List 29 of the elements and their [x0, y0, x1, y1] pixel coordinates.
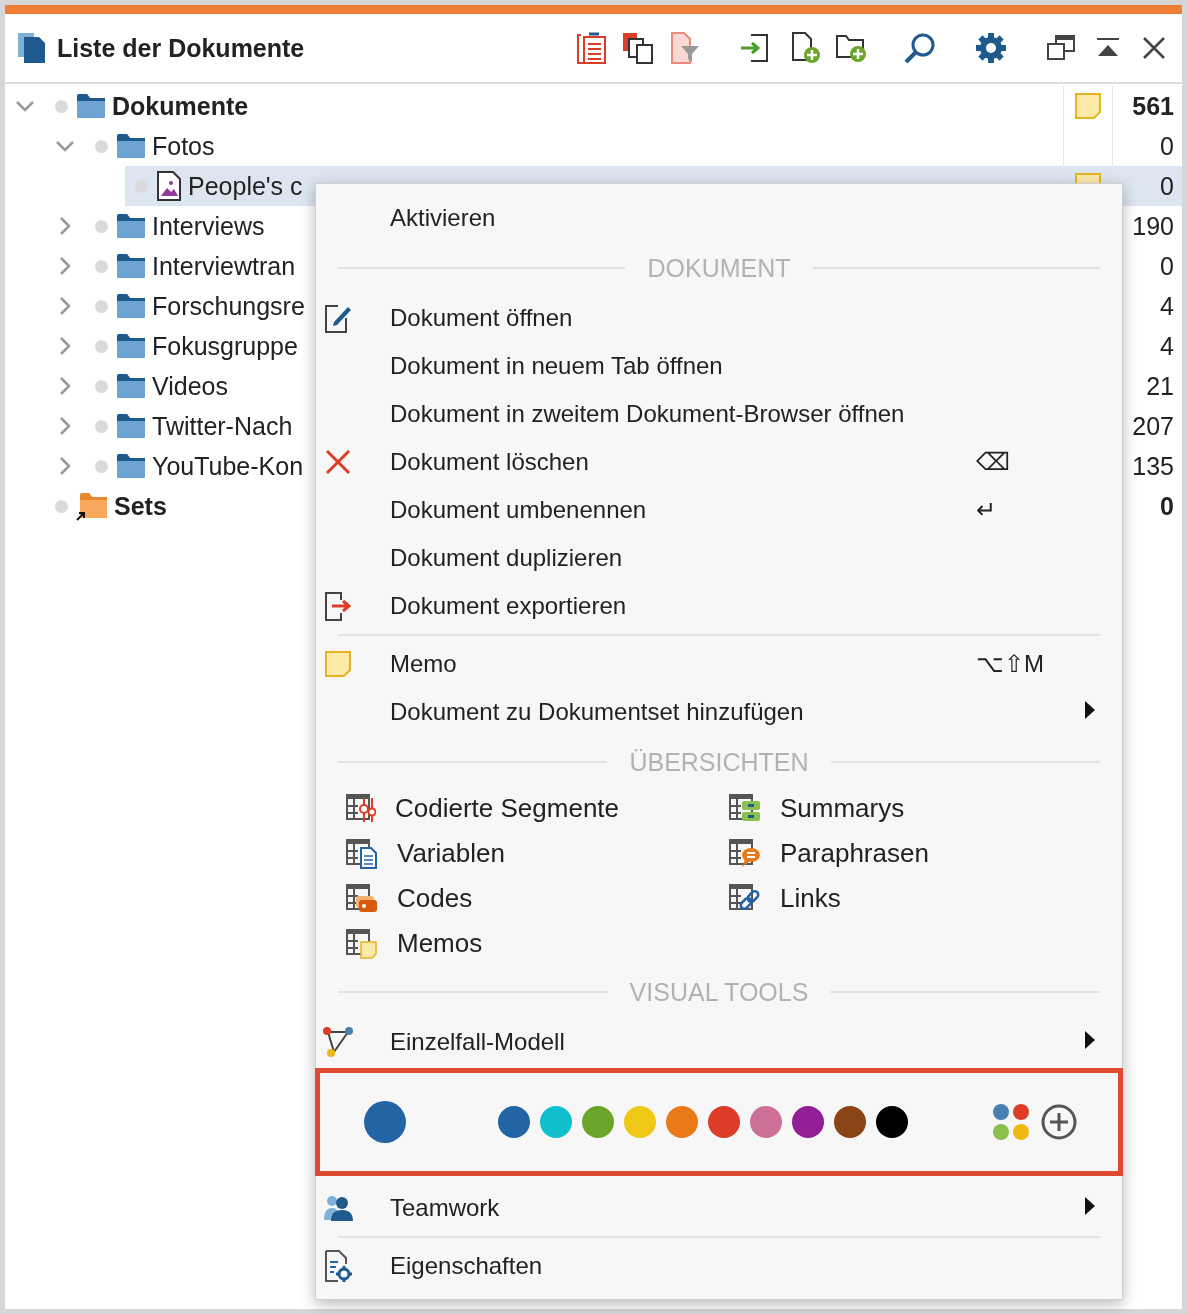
window-title: Liste der Dokumente — [57, 33, 305, 63]
document-count: 190 — [1132, 211, 1174, 241]
section-heading: ÜBERSICHTEN — [628, 747, 810, 777]
shortcut-label: ↵ — [976, 496, 996, 523]
section-heading: DOKUMENT — [646, 253, 792, 283]
section-heading: VISUAL TOOLS — [628, 977, 810, 1007]
document-count: 0 — [1160, 171, 1174, 201]
tree-label: People's c — [188, 171, 303, 201]
tree-label: Twitter-Nach — [152, 411, 293, 441]
tree-label: Sets — [114, 491, 167, 521]
document-count: 135 — [1132, 451, 1174, 481]
document-count: 207 — [1132, 411, 1174, 441]
document-count: 561 — [1132, 91, 1174, 121]
document-count: 0 — [1160, 251, 1174, 281]
tree-label: YouTube-Kon — [152, 451, 304, 481]
tree-label: Dokumente — [112, 91, 249, 121]
shortcut-label: ⌥⇧M — [976, 650, 1044, 677]
tree-label: Forschungsre — [152, 291, 305, 321]
document-count: 0 — [1160, 491, 1174, 521]
document-count: 21 — [1146, 371, 1174, 401]
tree-label: Fotos — [152, 131, 215, 161]
tree-label: Fokusgruppe — [152, 331, 298, 361]
tree-label: Interviewtran — [152, 251, 296, 281]
shortcut-label: ⌫ — [976, 448, 1010, 475]
tree-label: Videos — [152, 371, 228, 401]
document-count: 4 — [1160, 331, 1174, 361]
document-count: 4 — [1160, 291, 1174, 321]
tree-label: Interviews — [152, 211, 265, 241]
document-count: 0 — [1160, 131, 1174, 161]
